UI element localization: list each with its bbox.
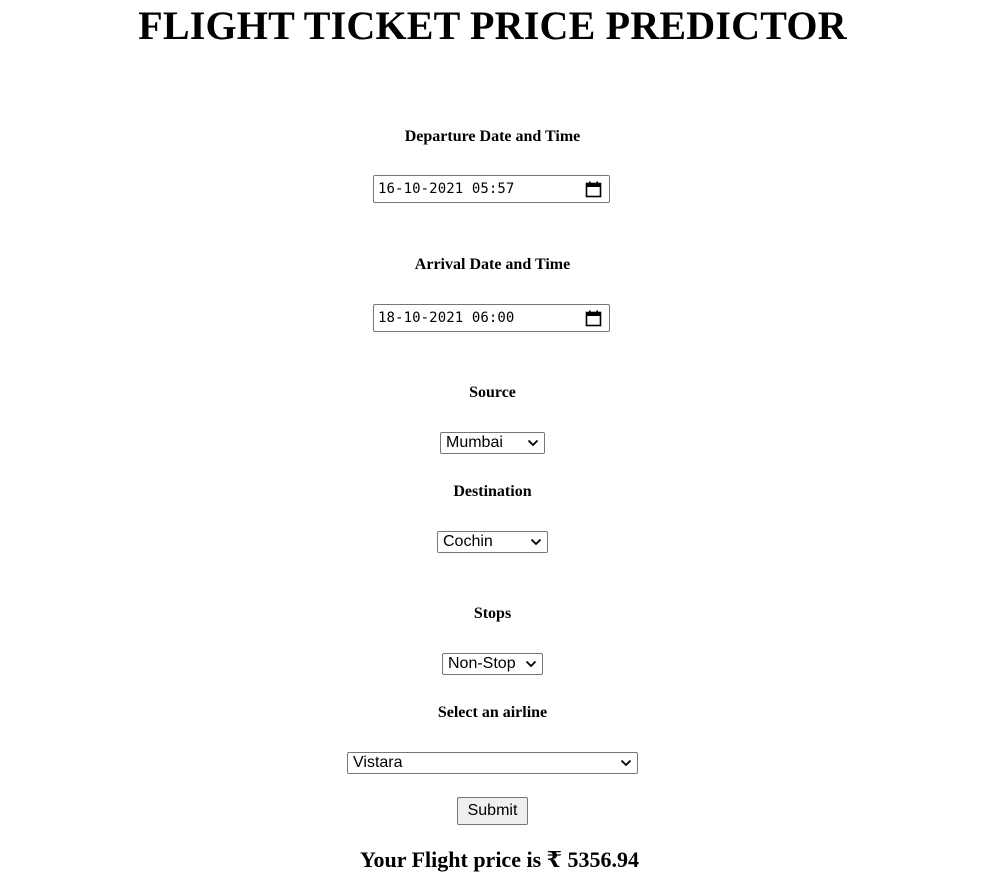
source-label: Source	[469, 384, 516, 401]
chevron-down-icon	[527, 439, 539, 447]
airline-select[interactable]: Vistara	[347, 752, 638, 774]
departure-label: Departure Date and Time	[404, 128, 581, 145]
predicted-price-text: Your Flight price is ₹ 5356.94	[360, 847, 639, 872]
destination-selected-value: Cochin	[443, 533, 493, 550]
destination-select[interactable]: Cochin	[437, 531, 548, 553]
stops-select[interactable]: Non-Stop	[442, 653, 543, 675]
arrival-datetime-input[interactable]: 18-10-2021 06:00	[373, 304, 610, 332]
airline-label: Select an airline	[437, 704, 548, 721]
source-select[interactable]: Mumbai	[440, 432, 545, 454]
departure-datetime-input[interactable]: 16-10-2021 05:57	[373, 175, 610, 203]
arrival-datetime-value: 18-10-2021 06:00	[378, 310, 515, 326]
calendar-icon[interactable]	[585, 181, 602, 198]
departure-datetime-value: 16-10-2021 05:57	[378, 181, 515, 197]
source-selected-value: Mumbai	[446, 434, 503, 451]
chevron-down-icon	[525, 660, 537, 668]
page-title: FLIGHT TICKET PRICE PREDICTOR	[138, 3, 847, 48]
airline-selected-value: Vistara	[353, 754, 403, 771]
destination-label: Destination	[453, 483, 532, 500]
chevron-down-icon	[620, 759, 632, 767]
calendar-icon[interactable]	[585, 310, 602, 327]
arrival-label: Arrival Date and Time	[414, 256, 571, 273]
submit-button[interactable]: Submit	[457, 797, 528, 825]
stops-label: Stops	[473, 605, 512, 622]
stops-selected-value: Non-Stop	[448, 655, 516, 672]
chevron-down-icon	[530, 538, 542, 546]
